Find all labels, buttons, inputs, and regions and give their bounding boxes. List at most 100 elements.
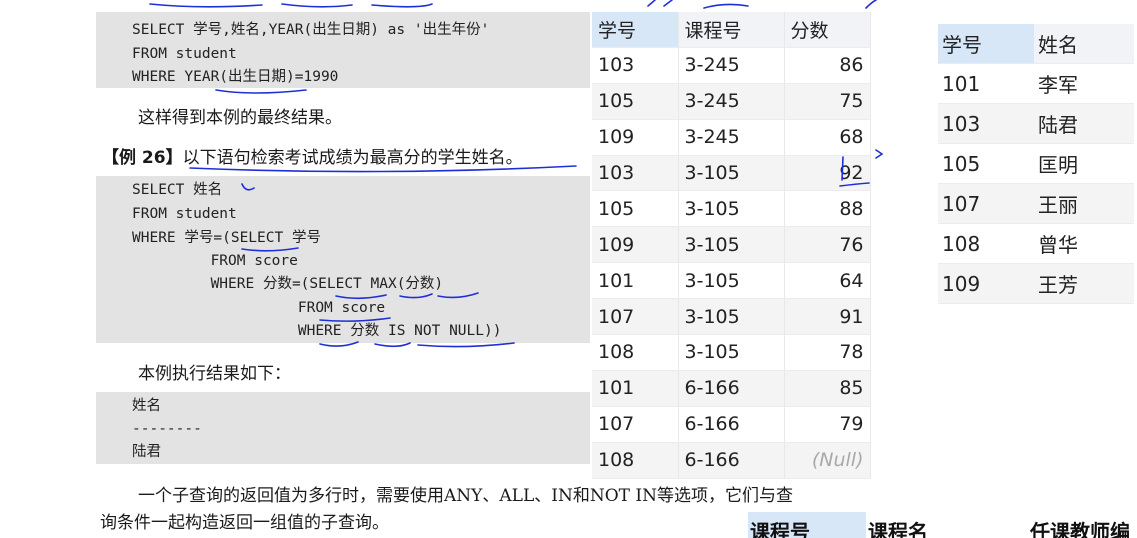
- null-cell[interactable]: (Null): [784, 442, 871, 479]
- table-row[interactable]: 107 6-166 79: [592, 406, 871, 443]
- paragraph-subquery-line2: 询条件一起构造返回一组值的子查询。: [100, 513, 389, 533]
- table-row[interactable]: 109 3-245 68: [592, 119, 871, 156]
- code-line: FROM student: [132, 46, 237, 62]
- code-line: WHERE 分数=(SELECT MAX(分数): [132, 276, 444, 292]
- table-cell[interactable]: 陆君: [1034, 103, 1134, 144]
- table-cell[interactable]: 3-245: [678, 119, 785, 156]
- table-cell[interactable]: 107: [592, 298, 679, 336]
- example-label: 【例 26】: [102, 148, 183, 168]
- table-row[interactable]: 105 匡明: [938, 143, 1134, 184]
- table-row[interactable]: 108 6-166 (Null): [592, 442, 871, 479]
- column-header-name[interactable]: 姓名: [1034, 24, 1134, 64]
- table-cell[interactable]: 108: [592, 442, 679, 479]
- code-block-1: SELECT 学号,姓名,YEAR(出生日期) as '出生年份' FROM s…: [96, 12, 590, 88]
- table-row[interactable]: 101 李军: [938, 63, 1134, 104]
- table-cell[interactable]: 王丽: [1034, 183, 1134, 224]
- table-cell[interactable]: 李军: [1034, 63, 1134, 104]
- table-cell[interactable]: 75: [784, 83, 871, 120]
- table-cell[interactable]: 103: [592, 47, 679, 84]
- table-cell[interactable]: 3-105: [678, 190, 785, 228]
- table-cell[interactable]: 王芳: [1034, 263, 1134, 304]
- table-row[interactable]: 103 3-105 92: [592, 155, 871, 192]
- table-cell[interactable]: 101: [938, 63, 1034, 104]
- column-header-student-id[interactable]: 学号: [592, 12, 679, 48]
- table-row[interactable]: 109 3-105 76: [592, 226, 871, 264]
- result-line: 陆君: [132, 444, 161, 460]
- table-cell[interactable]: 105: [592, 83, 679, 120]
- table-cell[interactable]: 109: [592, 226, 679, 264]
- table-cell[interactable]: 109: [938, 263, 1034, 304]
- code-line: SELECT 姓名: [132, 182, 223, 198]
- table-cell[interactable]: 3-105: [678, 155, 785, 192]
- table-cell[interactable]: 3-245: [678, 47, 785, 84]
- table-cell[interactable]: 105: [592, 190, 679, 228]
- table-cell[interactable]: 91: [784, 298, 871, 336]
- table-cell[interactable]: 103: [938, 103, 1034, 144]
- table-cell[interactable]: 101: [592, 370, 679, 407]
- column-header-course-id[interactable]: 课程号: [750, 516, 810, 538]
- table-cell[interactable]: 3-245: [678, 83, 785, 120]
- table-cell[interactable]: 88: [784, 190, 871, 228]
- table-row[interactable]: 109 王芳: [938, 263, 1134, 304]
- table-cell[interactable]: 107: [938, 183, 1034, 224]
- table-row[interactable]: 101 3-105 64: [592, 262, 871, 300]
- paragraph-final-result: 这样得到本例的最终结果。: [138, 108, 342, 128]
- table-cell[interactable]: 3-105: [678, 226, 785, 264]
- table-cell[interactable]: 79: [784, 406, 871, 443]
- table-header-row: 学号 课程号 分数: [592, 12, 871, 48]
- pen-stroke: [371, 3, 433, 8]
- table-cell[interactable]: 76: [784, 226, 871, 264]
- column-header-course-name[interactable]: 课程名: [868, 516, 928, 538]
- table-cell[interactable]: 92: [784, 155, 871, 192]
- paragraph-subquery-line1: 一个子查询的返回值为多行时，需要使用ANY、ALL、IN和NOT IN等选项，它…: [138, 486, 793, 506]
- table-row[interactable]: 107 3-105 91: [592, 298, 871, 336]
- table-row[interactable]: 105 3-245 75: [592, 83, 871, 120]
- code-line: WHERE YEAR(出生日期)=1990: [132, 69, 339, 85]
- pen-stroke: [647, 0, 673, 7]
- table-cell[interactable]: 曾华: [1034, 223, 1134, 264]
- code-line: FROM student: [132, 206, 237, 222]
- table-cell[interactable]: 6-166: [678, 370, 785, 407]
- table-row[interactable]: 107 王丽: [938, 183, 1134, 224]
- table-cell[interactable]: 109: [592, 119, 679, 156]
- column-header-teacher-id[interactable]: 任课教师编: [1030, 516, 1130, 538]
- column-header-course-id[interactable]: 课程号: [678, 12, 785, 48]
- table-cell[interactable]: 68: [784, 119, 871, 156]
- table-row[interactable]: 105 3-105 88: [592, 190, 871, 228]
- table-cell[interactable]: 64: [784, 262, 871, 300]
- example-26-heading: 【例 26】以下语句检索考试成绩为最高分的学生姓名。: [102, 143, 523, 168]
- table-cell[interactable]: 匡明: [1034, 143, 1134, 184]
- table-row[interactable]: 103 陆君: [938, 103, 1134, 144]
- table-cell[interactable]: 108: [592, 334, 679, 371]
- table-cell[interactable]: 103: [592, 155, 679, 192]
- table-cell[interactable]: 6-166: [678, 442, 785, 479]
- table-row[interactable]: 108 3-105 78: [592, 334, 871, 371]
- table-cell[interactable]: 108: [938, 223, 1034, 264]
- table-cell[interactable]: 86: [784, 47, 871, 84]
- code-line: SELECT 学号,姓名,YEAR(出生日期) as '出生年份': [132, 22, 490, 38]
- paragraph-result-below: 本例执行结果如下：: [138, 364, 291, 384]
- table-cell[interactable]: 3-105: [678, 334, 785, 371]
- column-header-student-id[interactable]: 学号: [938, 24, 1034, 64]
- student-table: 学号 姓名 101 李军 103 陆君 105 匡明 107 王丽 108 曾华 109 王…: [938, 24, 1134, 304]
- column-header-score[interactable]: 分数: [784, 12, 871, 48]
- table-row[interactable]: 108 曾华: [938, 223, 1134, 264]
- table-cell[interactable]: 6-166: [678, 406, 785, 443]
- pen-stroke: [215, 89, 307, 94]
- result-line: --------: [132, 421, 202, 437]
- table-cell[interactable]: 107: [592, 406, 679, 443]
- table-cell[interactable]: 101: [592, 262, 679, 300]
- code-line: FROM score: [132, 300, 386, 316]
- table-cell[interactable]: 78: [784, 334, 871, 371]
- table-row[interactable]: 103 3-245 86: [592, 47, 871, 84]
- table-cell[interactable]: 3-105: [678, 298, 785, 336]
- pen-stroke: [865, 0, 877, 9]
- code-line: WHERE 分数 IS NOT NULL)): [132, 323, 502, 339]
- table-cell[interactable]: 3-105: [678, 262, 785, 300]
- pen-stroke: [281, 3, 353, 8]
- score-table: 学号 课程号 分数 103 3-245 86 105 3-245 75 109 3-245…: [592, 12, 871, 479]
- table-cell[interactable]: 105: [938, 143, 1034, 184]
- table-row[interactable]: 101 6-166 85: [592, 370, 871, 407]
- table-cell[interactable]: 85: [784, 370, 871, 407]
- table-header-row: 学号 姓名: [938, 24, 1134, 64]
